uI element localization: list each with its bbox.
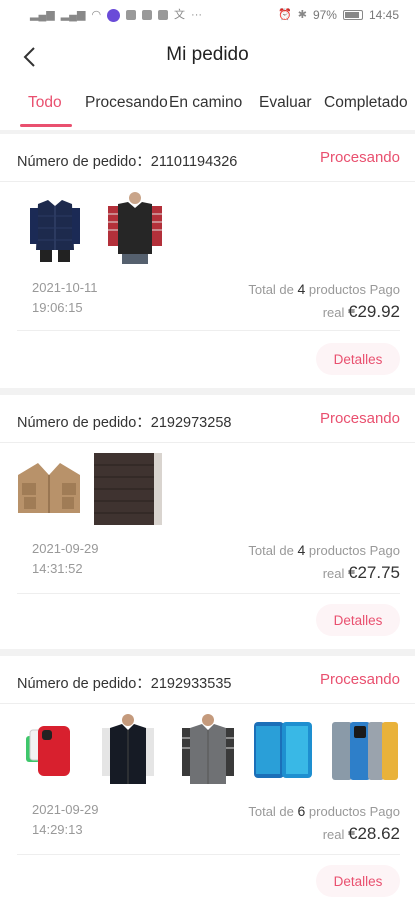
divider [17, 593, 400, 594]
product-image-navy-puffer-vest[interactable] [20, 192, 90, 264]
order-header: Número de pedido：21101194326 Procesando [0, 134, 415, 182]
status-icons-left: ▂▄▆ ▂▄▆ ◠ 文 ··· [30, 8, 203, 22]
order-meta: 2021-09-29 14:29:13 Total de 6 productos… [0, 800, 415, 860]
page-title: Mi pedido [166, 44, 249, 65]
product-image-grey-vest-man[interactable] [180, 714, 236, 786]
bluetooth-icon: ✱ [297, 8, 307, 21]
paid-label: real [322, 827, 348, 842]
total-prefix: Total de [248, 543, 298, 558]
signal-icon: ▂▄▆ [30, 8, 55, 21]
product-image-red-smartphone[interactable] [22, 714, 78, 786]
more-notifications-icon: ··· [191, 8, 203, 21]
order-meta: 2021-10-11 19:06:15 Total de 4 productos… [0, 278, 415, 338]
product-image-brown-quilted-vest[interactable] [94, 453, 162, 525]
order-date: 2021-09-29 14:31:52 [32, 539, 99, 579]
order-paid-line: real €28.62 [248, 823, 400, 846]
battery-percent: 97% [312, 8, 337, 22]
signal-2-icon: ▂▄▆ [60, 8, 86, 21]
product-image-blue-smartphone[interactable] [252, 714, 316, 786]
order-number: Número de pedido：2192933535 [17, 676, 232, 692]
total-suffix: productos Pago [305, 282, 400, 297]
order-date-day: 2021-10-11 [32, 280, 98, 295]
order-date: 2021-10-11 19:06:15 [32, 278, 98, 318]
details-button[interactable]: Detalles [316, 865, 400, 897]
order-tabs: Todo Procesando En camino Evaluar Comple… [0, 84, 415, 130]
order-total: Total de 6 productos Pago real €28.62 [248, 800, 400, 846]
shield-notification-icon [126, 10, 137, 20]
total-suffix: productos Pago [305, 543, 400, 558]
order-date-day: 2021-09-29 [32, 802, 99, 817]
total-prefix: Total de [248, 804, 298, 819]
video-notification-icon [142, 10, 153, 20]
tab-procesando[interactable]: Procesando [85, 94, 168, 112]
status-bar: ▂▄▆ ▂▄▆ ◠ 文 ··· ⏰ ✱ 97% 14:45 [0, 0, 415, 30]
order-date-time: 19:06:15 [32, 300, 83, 315]
header: Mi pedido [0, 30, 415, 84]
grey-vest-man-picture [180, 714, 236, 786]
divider [17, 854, 400, 855]
product-image-black-fleece-vest[interactable] [100, 192, 170, 264]
order-number: Número de pedido：2192973258 [17, 415, 232, 431]
order-header: Número de pedido：2192933535 Procesando [0, 656, 415, 704]
wifi-icon: ◠ [91, 8, 102, 21]
divider [17, 330, 400, 331]
order-total: Total de 4 productos Pago real €29.92 [248, 278, 400, 324]
total-prefix: Total de [248, 282, 298, 297]
battery-icon [342, 10, 363, 20]
tab-completado[interactable]: Completado [324, 94, 408, 112]
order-total-line: Total de 4 productos Pago [248, 539, 400, 562]
order-number: Número de pedido：21101194326 [17, 154, 238, 170]
tab-en-camino[interactable]: En camino [169, 94, 242, 112]
order-total: Total de 4 productos Pago real €27.75 [248, 539, 400, 585]
tab-todo[interactable]: Todo [28, 94, 62, 112]
multicolor-smartphones-picture [330, 714, 400, 786]
order-date-day: 2021-09-29 [32, 541, 99, 556]
blue-smartphone-picture [252, 714, 316, 786]
youtube-notification-icon [158, 10, 169, 20]
order-status: Procesando [319, 410, 400, 427]
order-header: Número de pedido：2192973258 Procesando [0, 395, 415, 443]
order-card: Número de pedido：2192973258 Procesando 2… [0, 395, 415, 649]
order-price: €27.75 [348, 563, 400, 582]
details-button[interactable]: Detalles [316, 604, 400, 636]
order-paid-line: real €27.75 [248, 562, 400, 585]
status-icons-right: ⏰ ✱ 97% 14:45 [278, 8, 399, 22]
brown-quilted-vest-picture [94, 453, 162, 525]
order-card: Número de pedido：2192933535 Procesando 2… [0, 656, 415, 900]
product-thumbnails [0, 704, 415, 800]
details-button[interactable]: Detalles [316, 343, 400, 375]
khaki-utility-vest-picture [14, 453, 84, 525]
order-paid-line: real €29.92 [248, 301, 400, 324]
product-image-black-vest-man[interactable] [100, 714, 156, 786]
translate-icon: 文 [174, 8, 186, 21]
order-card: Número de pedido：21101194326 Procesando [0, 134, 415, 388]
tab-evaluar[interactable]: Evaluar [259, 94, 312, 112]
order-total-line: Total de 6 productos Pago [248, 800, 400, 823]
product-image-multicolor-smartphones[interactable] [330, 714, 400, 786]
order-total-line: Total de 4 productos Pago [248, 278, 400, 301]
active-tab-indicator [20, 124, 72, 127]
black-fleece-vest-picture [100, 192, 170, 264]
clock: 14:45 [368, 8, 399, 22]
product-thumbnails [0, 443, 415, 539]
order-price: €29.92 [348, 302, 400, 321]
order-price: €28.62 [348, 824, 400, 843]
order-status: Procesando [319, 671, 400, 688]
paid-label: real [322, 566, 348, 581]
order-status: Procesando [319, 149, 400, 166]
black-vest-man-picture [100, 714, 156, 786]
order-date-time: 14:29:13 [32, 822, 83, 837]
order-date-time: 14:31:52 [32, 561, 83, 576]
navy-puffer-vest-picture [20, 192, 90, 264]
app-notification-icon [107, 8, 121, 22]
paid-label: real [322, 305, 348, 320]
total-suffix: productos Pago [305, 804, 400, 819]
product-image-khaki-utility-vest[interactable] [14, 453, 84, 525]
alarm-icon: ⏰ [278, 8, 292, 21]
order-meta: 2021-09-29 14:31:52 Total de 4 productos… [0, 539, 415, 599]
order-date: 2021-09-29 14:29:13 [32, 800, 99, 840]
red-smartphone-picture [22, 714, 78, 786]
product-thumbnails [0, 182, 415, 278]
